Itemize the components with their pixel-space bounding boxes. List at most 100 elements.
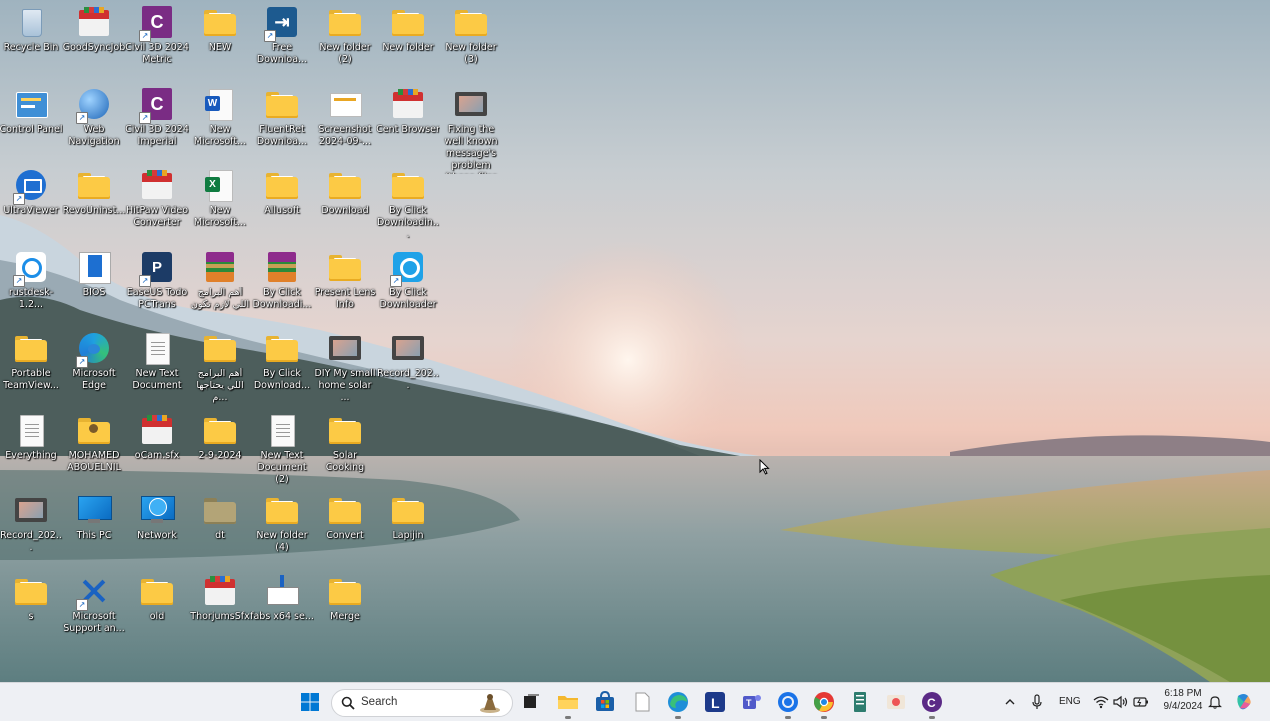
chrome-icon <box>778 692 798 712</box>
recorder-app-button[interactable] <box>884 690 908 714</box>
desktop-icon-new-folder[interactable]: New folder <box>377 2 439 82</box>
desktop-icon-2-9-2024[interactable]: 2-9-2024 <box>189 410 251 490</box>
desktop-icon-allusoft[interactable]: Allusoft <box>251 165 313 245</box>
desktop-icon-fluentret[interactable]: FluentRet Downloa... <box>251 84 313 164</box>
edge-button[interactable] <box>666 690 690 719</box>
notes-app-button[interactable] <box>848 690 872 714</box>
desktop-icon-bios[interactable]: BIOS <box>63 247 125 327</box>
desktop-icon-web[interactable]: ↗ Web Navigation <box>63 84 125 164</box>
desktop-icon-goodsyncjob[interactable]: GoodSyncJob <box>63 2 125 82</box>
desktop-icon-label: New Text Document <box>132 368 182 391</box>
desktop-icon-new-folder[interactable]: New folder (4) <box>251 490 313 570</box>
microsoft-store-button[interactable] <box>593 690 617 714</box>
desktop-icon-solar[interactable]: Solar Cooking <box>314 410 376 490</box>
volume-icon[interactable] <box>1113 695 1129 709</box>
desktop-icon-new-text[interactable]: New Text Document (2) <box>251 410 313 490</box>
desktop-icon-merge[interactable]: Merge <box>314 571 376 651</box>
desktop-icon-new-folder[interactable]: New folder (3) <box>440 2 502 82</box>
app-l-button[interactable]: L <box>703 690 727 714</box>
desktop-icon-recycle-bin[interactable]: Recycle Bin <box>0 2 62 82</box>
desktop-icon-record-202[interactable]: Record_202... <box>377 328 439 408</box>
folder-icon <box>453 4 489 40</box>
svg-text:L: L <box>711 695 720 711</box>
desktop-icon-new[interactable]: NEW <box>189 2 251 82</box>
chevron-up-icon[interactable] <box>1004 696 1016 708</box>
battery-icon[interactable] <box>1133 696 1149 708</box>
desktop[interactable]: Recycle Bin GoodSyncJob C ↗ Civil 3D 2024 Me… <box>0 0 1270 682</box>
desktop-icon-thorjumssfx[interactable]: ThorjumsSfx <box>189 571 251 651</box>
arrow-icon: ⇥ ↗ <box>264 4 300 42</box>
shortcut-arrow-icon: ↗ <box>139 30 151 42</box>
desktop-icon-item[interactable]: أهم البرامج اللي لازم تكون <box>189 247 251 327</box>
folder-icon <box>264 86 300 122</box>
desktop-icon-diy-my-small[interactable]: DIY My small home solar ... <box>314 328 376 408</box>
desktop-icon-ocam-sfx[interactable]: oCam.sfx <box>126 410 188 490</box>
desktop-icon-network[interactable]: Network <box>126 490 188 570</box>
desktop-icon-civil-3d-2024[interactable]: C ↗ Civil 3D 2024 Imperial <box>125 84 189 164</box>
desktop-icon-convert[interactable]: Convert <box>314 490 376 570</box>
desktop-icon-microsoft[interactable]: ↗ Microsoft Edge <box>63 328 125 408</box>
mouse-cursor-icon <box>759 459 770 475</box>
desktop-icon-by-click[interactable]: By Click Downloadin... <box>377 165 439 245</box>
folder-icon <box>202 330 238 366</box>
desktop-icon-cent-browser[interactable]: Cent Browser <box>376 84 440 164</box>
copilot-icon[interactable] <box>1234 692 1254 712</box>
notification-bell-icon[interactable] <box>1208 695 1222 709</box>
running-indicator <box>821 716 827 719</box>
desktop-icon-by-click[interactable]: By Click Downloadi... <box>251 247 313 327</box>
language-indicator[interactable]: ENG <box>1059 696 1081 707</box>
task-view-button[interactable] <box>519 690 543 714</box>
desktop-icon-item[interactable]: أهم البرامج اللي يحتاجها م... <box>189 328 251 408</box>
wifi-icon[interactable] <box>1093 695 1109 709</box>
desktop-icon-download[interactable]: Download <box>314 165 376 245</box>
file-explorer-button[interactable] <box>556 690 580 719</box>
desktop-icon-label: By Click Downloadi... <box>252 287 312 310</box>
teams-icon: T <box>743 695 761 709</box>
desktop-icon-label: Merge <box>330 611 360 622</box>
desktop-icon-new[interactable]: W New Microsoft... <box>189 84 251 164</box>
desktop-icon-mohamed[interactable]: MOHAMED ABOUELNIL <box>63 410 125 490</box>
desktop-icon-lapijin[interactable]: Lapijin <box>377 490 439 570</box>
desktop-icon-rustdesk-1-2[interactable]: ↗ rustdesk-1.2... <box>0 247 62 327</box>
start-button[interactable] <box>298 690 322 714</box>
desktop-icon-portable[interactable]: Portable TeamView... <box>0 328 62 408</box>
desktop-icon-free[interactable]: ⇥ ↗ Free Downloa... <box>251 2 313 82</box>
desktop-icon-easeus-todo[interactable]: P ↗ EaseUS Todo PCTrans <box>126 247 188 327</box>
desktop-icon-fixing-the[interactable]: Fixing the well known message's problem … <box>440 84 502 174</box>
desktop-icon-old[interactable]: old <box>126 571 188 651</box>
desktop-icon-microsoft[interactable]: ↗ Microsoft Support an... <box>63 571 125 651</box>
desktop-icon-this-pc[interactable]: This PC <box>63 490 125 570</box>
desktop-icon-present-lens[interactable]: Present Lens Info <box>314 247 376 327</box>
excel-icon: X <box>202 167 238 203</box>
desktop-icon-record-202[interactable]: Record_202... <box>0 490 62 570</box>
microphone-icon[interactable] <box>1031 694 1043 710</box>
desktop-icon-fabs-x64-se[interactable]: fabs x64 se... <box>250 571 314 651</box>
desktop-icon-revouninst[interactable]: RevoUninst... <box>63 165 125 245</box>
desktop-icon-new[interactable]: X New Microsoft... <box>189 165 251 245</box>
control-icon <box>13 86 49 122</box>
desktop-icon-s[interactable]: s <box>0 571 62 651</box>
desktop-icon-screenshot[interactable]: Screenshot 2024-09-... <box>314 84 376 164</box>
desktop-icon-new-text[interactable]: New Text Document <box>126 328 188 408</box>
desktop-icon-hitpaw-video[interactable]: HitPaw Video Converter <box>126 165 188 245</box>
browser-button-1[interactable] <box>776 690 800 719</box>
taskbar-search-box[interactable]: Search <box>331 689 513 717</box>
desktop-icon-label: New folder (2) <box>319 42 371 65</box>
teams-button[interactable]: T <box>740 690 764 714</box>
desktop-icon-ultraviewer[interactable]: ↗ UltraViewer <box>0 165 62 245</box>
civil-app-button[interactable]: C <box>920 690 944 719</box>
desktop-icon-everything[interactable]: Everything <box>0 410 62 490</box>
desktop-icon-new-folder[interactable]: New folder (2) <box>314 2 376 82</box>
clock[interactable]: 6:18 PM 9/4/2024 <box>1158 688 1208 712</box>
desktop-icon-dt[interactable]: dt <box>189 490 251 570</box>
desktop-icon-control-panel[interactable]: Control Panel <box>0 84 63 164</box>
desktop-icon-civil-3d-2024[interactable]: C ↗ Civil 3D 2024 Metric <box>125 2 189 82</box>
folder-icon <box>390 4 426 40</box>
desktop-icon-by-click[interactable]: ↗ By Click Downloader <box>377 247 439 327</box>
desktop-icon-label: EaseUS Todo PCTrans <box>126 287 188 310</box>
browser-button-2[interactable] <box>812 690 836 719</box>
desktop-icon-label: Screenshot 2024-09-... <box>318 124 372 147</box>
notepad-button[interactable] <box>630 690 654 714</box>
desktop-icon-by-click[interactable]: By Click Download... <box>251 328 313 408</box>
desktop-icon-label: old <box>149 611 165 622</box>
